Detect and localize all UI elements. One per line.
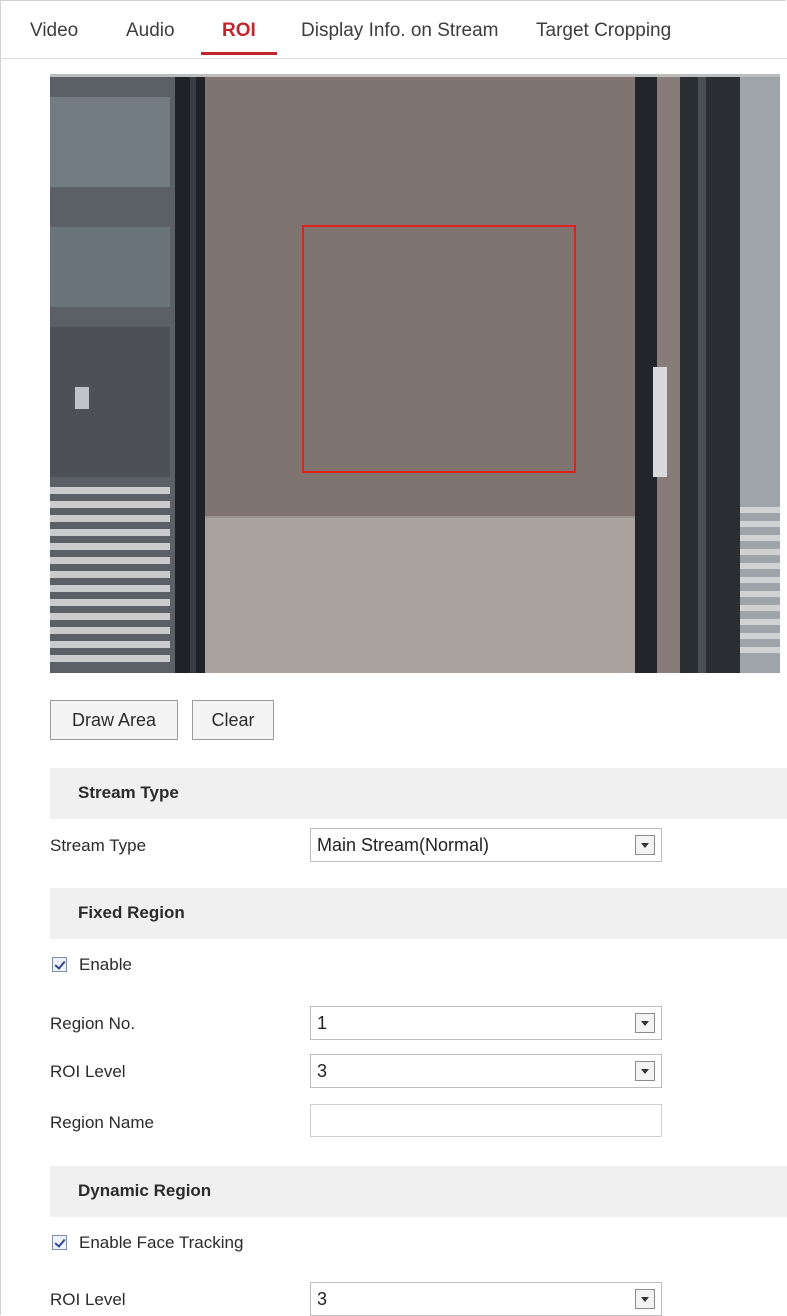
- section-header-stream-type: Stream Type: [50, 768, 787, 819]
- section-title: Fixed Region: [78, 903, 185, 922]
- chevron-down-icon[interactable]: [635, 1061, 655, 1081]
- chevron-down-icon[interactable]: [635, 835, 655, 855]
- section-title: Dynamic Region: [78, 1181, 212, 1200]
- active-tab-indicator: [201, 52, 277, 55]
- dynamic-roi-level-label: ROI Level: [50, 1290, 126, 1309]
- fixed-roi-level-label: ROI Level: [50, 1062, 126, 1081]
- stream-type-select[interactable]: Main Stream(Normal): [310, 828, 662, 862]
- roi-region-box[interactable]: [302, 225, 576, 473]
- video-preview[interactable]: [50, 74, 780, 673]
- region-no-value: 1: [317, 1013, 328, 1033]
- fixed-roi-level-value: 3: [317, 1061, 328, 1081]
- fixed-roi-level-select[interactable]: 3: [310, 1054, 662, 1088]
- section-header-dynamic-region: Dynamic Region: [50, 1166, 787, 1217]
- region-no-label: Region No.: [50, 1014, 136, 1033]
- tab-bar: Video Audio ROI Display Info. on Stream …: [0, 0, 787, 59]
- tab-display-info-on-stream[interactable]: Display Info. on Stream: [301, 20, 498, 42]
- stream-type-value: Main Stream(Normal): [317, 835, 490, 855]
- section-title: Stream Type: [78, 783, 179, 802]
- dynamic-roi-level-value: 3: [317, 1289, 328, 1309]
- checkbox-checked-icon[interactable]: [52, 1235, 67, 1250]
- stream-type-label: Stream Type: [50, 836, 147, 855]
- enable-label: Enable: [79, 955, 132, 974]
- tab-target-cropping[interactable]: Target Cropping: [536, 20, 671, 42]
- region-no-select[interactable]: 1: [310, 1006, 662, 1040]
- draw-area-button[interactable]: Draw Area: [50, 700, 178, 740]
- region-name-input[interactable]: [310, 1104, 662, 1137]
- checkbox-checked-icon[interactable]: [52, 957, 67, 972]
- chevron-down-icon[interactable]: [635, 1289, 655, 1309]
- enable-face-tracking-label: Enable Face Tracking: [79, 1233, 244, 1252]
- clear-button[interactable]: Clear: [192, 700, 274, 740]
- region-name-label: Region Name: [50, 1113, 154, 1132]
- tab-audio[interactable]: Audio: [126, 20, 175, 42]
- tab-roi[interactable]: ROI: [222, 20, 256, 42]
- dynamic-roi-level-select[interactable]: 3: [310, 1282, 662, 1316]
- chevron-down-icon[interactable]: [635, 1013, 655, 1033]
- tab-video[interactable]: Video: [30, 20, 78, 42]
- section-header-fixed-region: Fixed Region: [50, 888, 787, 939]
